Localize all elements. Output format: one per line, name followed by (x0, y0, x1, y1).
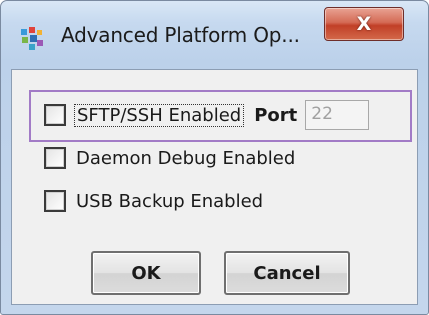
port-label: Port (254, 104, 298, 126)
option-sftp-row: SFTP/SSH Enabled Port 22 (44, 100, 370, 130)
dialog-window: Advanced Platform Op... X SFTP/SSH Enabl… (0, 0, 429, 315)
sftp-checkbox[interactable] (44, 104, 66, 126)
sftp-label[interactable]: SFTP/SSH Enabled (74, 103, 245, 127)
colored-squares-icon (19, 26, 45, 52)
dialog-body: SFTP/SSH Enabled Port 22 Daemon Debug En… (11, 69, 418, 305)
usb-backup-label[interactable]: USB Backup Enabled (76, 191, 263, 212)
port-input[interactable]: 22 (305, 100, 370, 130)
ok-button[interactable]: OK (91, 251, 201, 295)
option-usb-row: USB Backup Enabled (44, 190, 263, 212)
close-icon: X (356, 13, 372, 35)
close-button[interactable]: X (324, 7, 404, 41)
daemon-debug-label[interactable]: Daemon Debug Enabled (76, 148, 295, 169)
window-title: Advanced Platform Op... (61, 23, 300, 47)
title-bar[interactable]: Advanced Platform Op... X (1, 1, 428, 69)
option-daemon-row: Daemon Debug Enabled (44, 147, 295, 169)
usb-backup-checkbox[interactable] (44, 190, 66, 212)
cancel-button[interactable]: Cancel (224, 251, 350, 295)
daemon-debug-checkbox[interactable] (44, 147, 66, 169)
